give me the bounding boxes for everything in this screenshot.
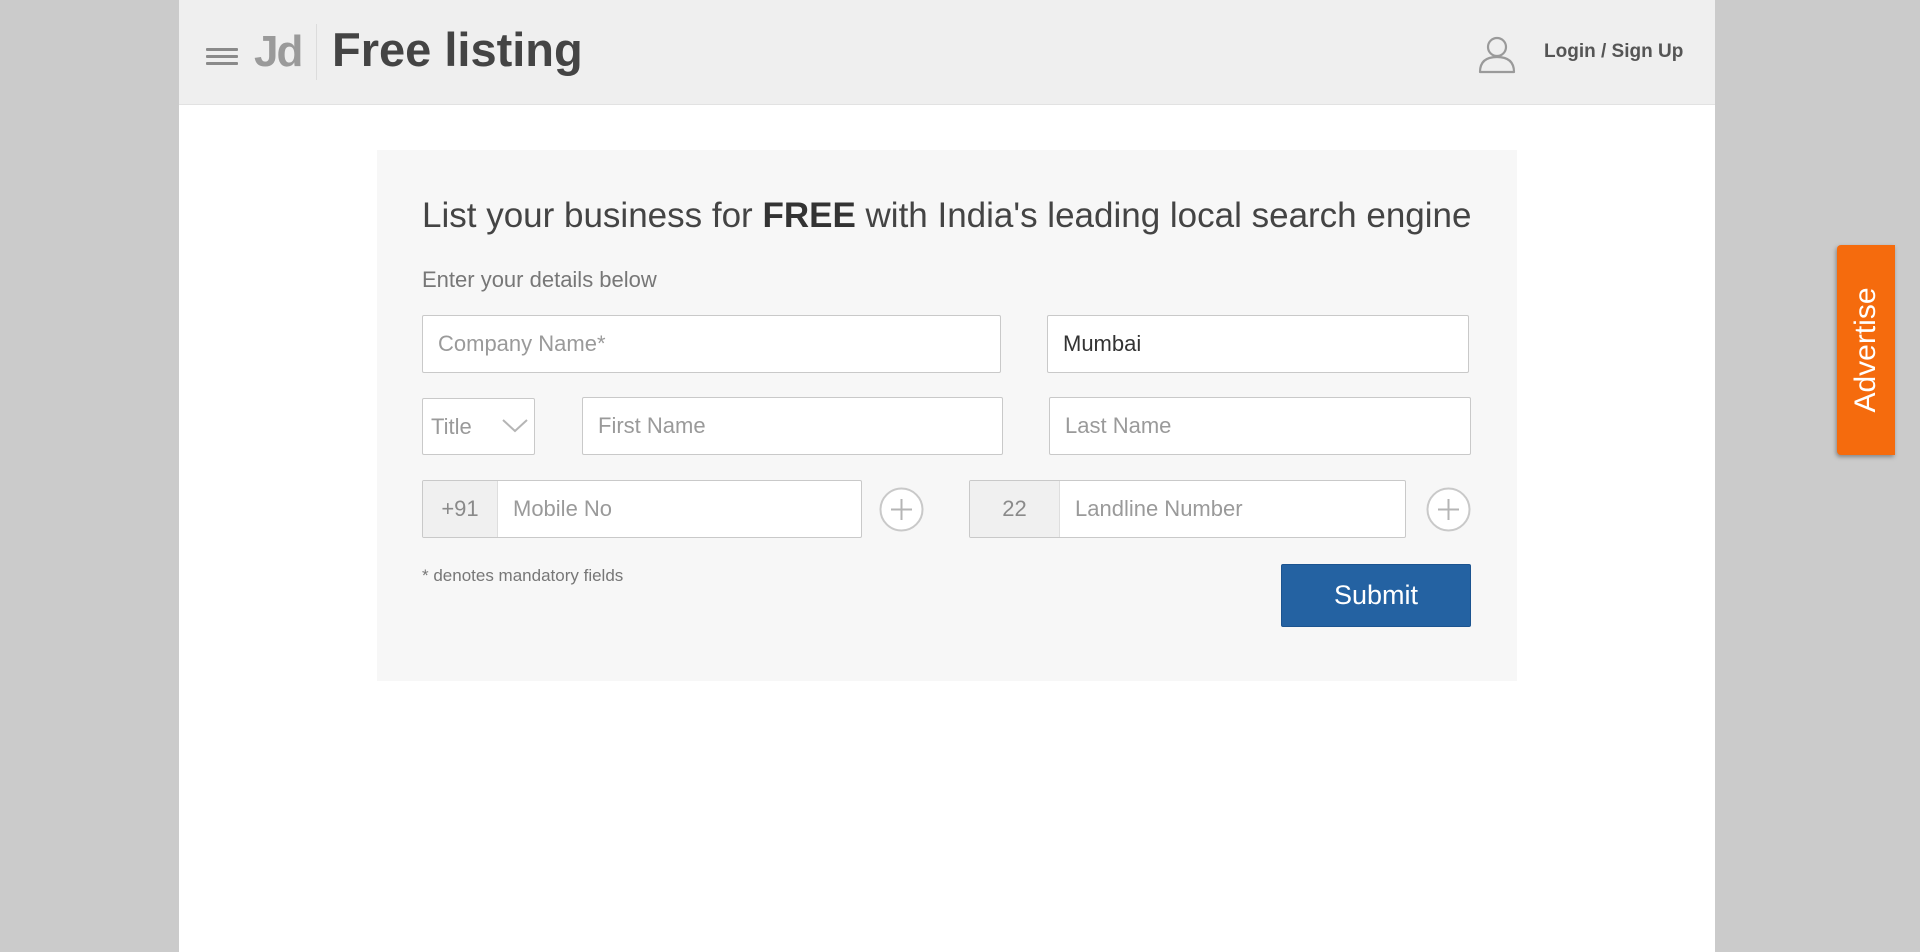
page-container: Jd Free listing Login / Sign Up List you… <box>179 0 1715 952</box>
title-select-value: Title <box>431 414 472 439</box>
headline-free-text: FREE <box>762 196 856 235</box>
listing-form-panel: List your business for FREE with India's… <box>377 150 1517 681</box>
headline-text-end: with India's leading local search engine <box>855 196 1472 235</box>
company-name-input[interactable] <box>423 316 1000 372</box>
user-icon[interactable] <box>1477 34 1517 74</box>
mobile-field: +91 <box>422 480 862 538</box>
add-landline-plus-circle-icon[interactable] <box>1426 487 1471 532</box>
header-divider <box>316 24 317 80</box>
hamburger-menu-icon[interactable] <box>206 45 238 67</box>
last-name-input[interactable] <box>1050 398 1470 454</box>
header: Jd Free listing Login / Sign Up <box>179 0 1715 105</box>
page-title: Free listing <box>332 23 583 76</box>
mobile-input[interactable] <box>498 481 861 537</box>
form-headline: List your business for FREE with India's… <box>422 194 1471 238</box>
advertise-label: Advertise <box>1849 287 1882 413</box>
login-signup-link[interactable]: Login / Sign Up <box>1544 40 1683 64</box>
landline-area-code: 22 <box>970 481 1060 537</box>
company-name-field <box>422 315 1001 373</box>
city-field <box>1047 315 1469 373</box>
mandatory-note: * denotes mandatory fields <box>422 566 624 585</box>
last-name-field <box>1049 397 1471 455</box>
city-input[interactable] <box>1048 316 1468 372</box>
mobile-country-code: +91 <box>423 481 498 537</box>
submit-button[interactable]: Submit <box>1281 564 1471 627</box>
landline-field: 22 <box>969 480 1406 538</box>
chevron-down-icon <box>502 419 528 433</box>
logo[interactable]: Jd <box>254 26 303 78</box>
headline-text-start: List your business for <box>422 196 763 235</box>
add-mobile-plus-circle-icon[interactable] <box>879 487 924 532</box>
form-subheading: Enter your details below <box>422 267 657 292</box>
landline-input[interactable] <box>1060 481 1405 537</box>
first-name-field <box>582 397 1003 455</box>
advertise-tab[interactable]: Advertise <box>1837 245 1895 455</box>
first-name-input[interactable] <box>583 398 1002 454</box>
title-select[interactable]: Title <box>422 398 535 455</box>
